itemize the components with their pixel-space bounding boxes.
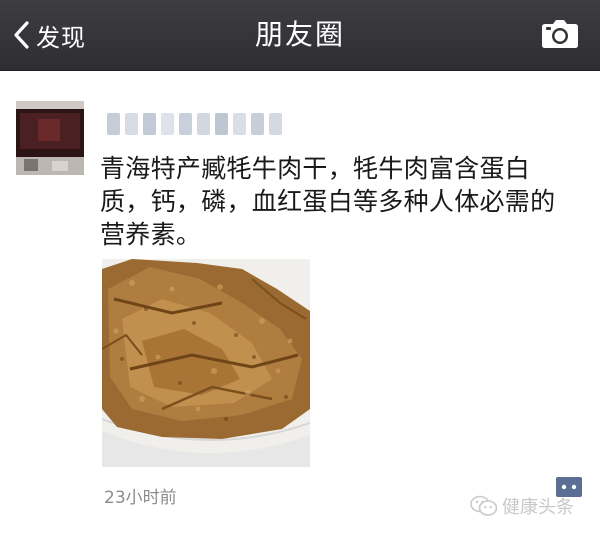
avatar[interactable] — [16, 101, 84, 175]
navbar-divider — [0, 70, 600, 85]
navigation-bar: 发现 朋友圈 — [0, 0, 600, 70]
watermark: 健康头条 — [470, 493, 574, 519]
camera-icon — [542, 20, 578, 48]
camera-button[interactable] — [541, 19, 579, 53]
author-name[interactable] — [102, 111, 282, 137]
post-text: 青海特产臧牦牛肉干，牦牛肉富含蛋白质，钙，磷，血红蛋白等多种人体必需的营养素。 — [100, 154, 556, 249]
wechat-logo-icon — [470, 495, 498, 516]
post-time: 23小时前 — [104, 488, 177, 508]
post-image[interactable] — [102, 259, 310, 467]
page-title: 朋友圈 — [254, 18, 345, 51]
watermark-text: 健康头条 — [502, 497, 574, 518]
